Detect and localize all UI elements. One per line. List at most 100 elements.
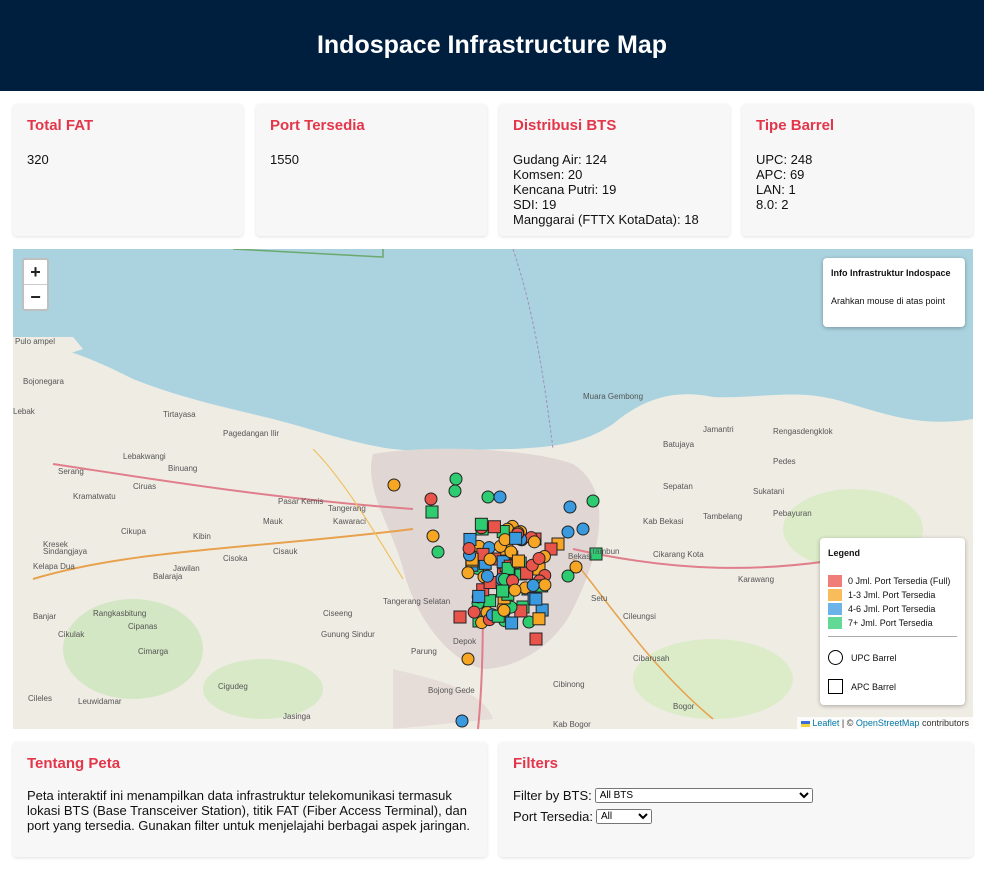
about-panel: Tentang Peta Peta interaktif ini menampi… bbox=[13, 742, 487, 857]
info-hint: Arahkan mouse di atas point bbox=[831, 296, 946, 306]
legend-apc-label: APC Barrel bbox=[851, 681, 897, 692]
place-label: Parung bbox=[411, 647, 437, 656]
upc-marker[interactable] bbox=[576, 522, 590, 536]
place-label: Banjar bbox=[33, 612, 56, 621]
place-label: Bojong Gede bbox=[428, 686, 475, 695]
port-filter-row: Port Tersedia: All bbox=[513, 809, 959, 824]
map-view[interactable]: Pulo ampel Bojonegara Tirtayasa Serang Lebak… bbox=[13, 249, 973, 729]
upc-marker[interactable] bbox=[526, 578, 540, 592]
port-filter-label: Port Tersedia: bbox=[513, 809, 593, 824]
boundary bbox=[232, 249, 384, 258]
bts-filter-row: Filter by BTS: All BTS bbox=[513, 788, 959, 803]
place-label: Pebayuran bbox=[773, 509, 812, 518]
apc-marker[interactable] bbox=[425, 505, 439, 519]
upc-marker[interactable] bbox=[497, 603, 511, 617]
upc-marker[interactable] bbox=[426, 529, 440, 543]
stats-cards: Total FAT 320 Port Tersedia 1550 Distrib… bbox=[13, 104, 973, 236]
flag-icon bbox=[800, 720, 810, 727]
upc-marker[interactable] bbox=[561, 525, 575, 539]
leaflet-link[interactable]: Leaflet bbox=[812, 718, 839, 728]
upc-marker[interactable] bbox=[527, 535, 541, 549]
upc-marker[interactable] bbox=[431, 545, 445, 559]
upc-marker[interactable] bbox=[461, 652, 475, 666]
place-label: Cileles bbox=[28, 694, 52, 703]
place-label: Cibinong bbox=[553, 680, 585, 689]
barrel-line: UPC: 248 bbox=[756, 152, 813, 167]
upc-marker[interactable] bbox=[449, 472, 463, 486]
legend-panel: Legend 0 Jml. Port Tersedia (Full) 1-3 J… bbox=[820, 538, 965, 705]
zoom-control: + − bbox=[22, 258, 49, 311]
apc-marker[interactable] bbox=[472, 589, 486, 603]
port-filter-select[interactable]: All bbox=[595, 809, 652, 824]
apc-marker[interactable] bbox=[511, 554, 525, 568]
place-label: Ciseeng bbox=[323, 609, 352, 618]
apc-marker[interactable] bbox=[487, 520, 501, 534]
place-label: Karawang bbox=[738, 575, 774, 584]
info-panel: Info Infrastruktur Indospace Arahkan mou… bbox=[823, 258, 965, 327]
place-label: Serang bbox=[58, 467, 84, 476]
upc-marker[interactable] bbox=[467, 605, 481, 619]
legend-swatch bbox=[828, 617, 842, 629]
legend-upc-label: UPC Barrel bbox=[851, 652, 897, 663]
apc-marker[interactable] bbox=[505, 616, 519, 630]
zoom-out-button[interactable]: − bbox=[24, 284, 47, 309]
upc-marker[interactable] bbox=[563, 500, 577, 514]
barrel-line: LAN: 1 bbox=[756, 182, 796, 197]
upc-marker[interactable] bbox=[586, 494, 600, 508]
place-label: Lebak bbox=[13, 407, 36, 416]
place-label: Depok bbox=[453, 637, 477, 646]
green-area bbox=[633, 639, 793, 719]
upc-marker[interactable] bbox=[424, 492, 438, 506]
upc-marker[interactable] bbox=[538, 578, 552, 592]
place-label: Leuwidamar bbox=[78, 697, 122, 706]
apc-marker[interactable] bbox=[532, 612, 546, 626]
upc-marker[interactable] bbox=[387, 478, 401, 492]
legend-item: 4-6 Jml. Port Tersedia bbox=[828, 602, 957, 616]
upc-marker[interactable] bbox=[455, 714, 469, 728]
place-label: Tirtayasa bbox=[163, 410, 196, 419]
place-label: Gunung Sindur bbox=[321, 630, 375, 639]
legend-label: 1-3 Jml. Port Tersedia bbox=[848, 590, 936, 600]
apc-marker[interactable] bbox=[483, 594, 497, 608]
upc-marker[interactable] bbox=[532, 551, 546, 565]
apc-marker[interactable] bbox=[509, 531, 523, 545]
upc-marker[interactable] bbox=[561, 569, 575, 583]
legend-divider bbox=[828, 636, 957, 637]
apc-marker[interactable] bbox=[529, 632, 543, 646]
legend-swatch bbox=[828, 589, 842, 601]
bts-filter-label: Filter by BTS: bbox=[513, 788, 592, 803]
bts-line: SDI: 19 bbox=[513, 197, 557, 212]
place-label: Cisauk bbox=[273, 547, 298, 556]
bts-line: Komsen: 20 bbox=[513, 167, 583, 182]
apc-marker[interactable] bbox=[529, 592, 543, 606]
upc-marker[interactable] bbox=[481, 490, 495, 504]
upc-marker[interactable] bbox=[483, 552, 497, 566]
upc-marker[interactable] bbox=[461, 566, 475, 580]
zoom-in-button[interactable]: + bbox=[24, 260, 47, 284]
place-label: Cigudeg bbox=[218, 682, 248, 691]
port-value: 1550 bbox=[270, 152, 299, 167]
upc-marker[interactable] bbox=[508, 583, 522, 597]
upc-marker[interactable] bbox=[462, 542, 476, 556]
legend-item: 7+ Jml. Port Tersedia bbox=[828, 616, 957, 630]
page-title: Indospace Infrastructure Map bbox=[316, 31, 668, 59]
bts-filter-select[interactable]: All BTS bbox=[594, 788, 813, 803]
upc-marker[interactable] bbox=[448, 484, 462, 498]
apc-marker[interactable] bbox=[453, 610, 467, 624]
bts-title: Distribusi BTS bbox=[513, 117, 617, 134]
apc-marker[interactable] bbox=[474, 517, 488, 531]
osm-link[interactable]: OpenStreetMap bbox=[856, 718, 920, 728]
legend-item: 0 Jml. Port Tersedia (Full) bbox=[828, 574, 957, 588]
total-fat-title: Total FAT bbox=[27, 117, 94, 134]
bts-card: Distribusi BTS Gudang Air: 124 Komsen: 2… bbox=[499, 104, 730, 236]
filters-panel: Filters Filter by BTS: All BTS Port Ters… bbox=[499, 742, 973, 857]
place-label: Kramatwatu bbox=[73, 492, 116, 501]
upc-marker[interactable] bbox=[493, 490, 507, 504]
info-title: Info Infrastruktur Indospace bbox=[831, 268, 951, 278]
place-label: Kelapa Dua bbox=[33, 562, 75, 571]
total-fat-card: Total FAT 320 bbox=[13, 104, 243, 236]
bts-line: Manggarai (FTTX KotaData): 18 bbox=[513, 212, 699, 227]
apc-marker[interactable] bbox=[496, 584, 510, 598]
upc-marker[interactable] bbox=[480, 569, 494, 583]
app-header: Indospace Infrastructure Map bbox=[0, 0, 984, 91]
